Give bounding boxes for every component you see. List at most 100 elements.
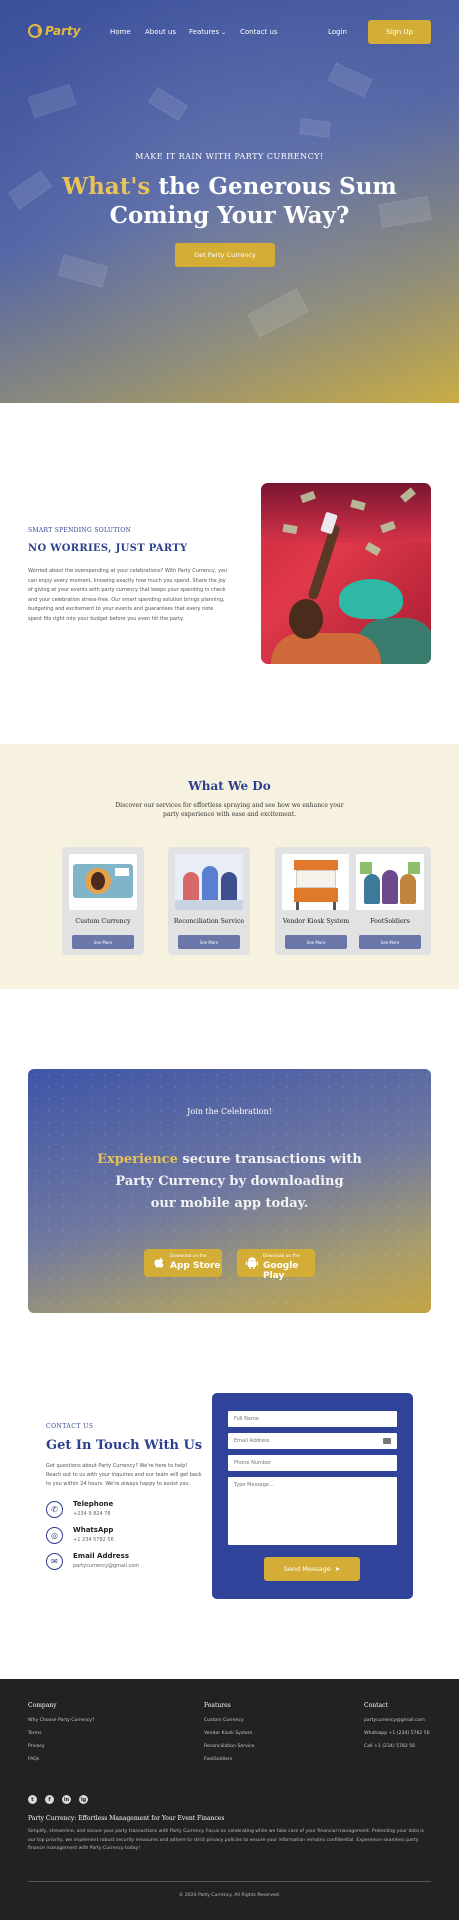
vendor-kiosk-image	[282, 854, 350, 910]
footer-link[interactable]: FAQs	[28, 1757, 39, 1762]
nav-link-features[interactable]: Features ⌄	[189, 28, 226, 36]
contact-value[interactable]: +234 9 824 78	[73, 1511, 111, 1517]
footer-link[interactable]: Custom Currency	[204, 1718, 244, 1723]
see-more-button[interactable]: See More	[72, 935, 134, 949]
hero-title-rest: the Generous Sum	[158, 173, 397, 200]
send-icon: ➤	[334, 1565, 341, 1573]
app-title: Experience secure transactions with Part…	[78, 1149, 381, 1215]
email-field[interactable]	[228, 1433, 397, 1449]
hero-title-line2: Coming Your Way?	[109, 202, 350, 229]
footer-link[interactable]: Call +1 (234) 5782 56	[364, 1744, 415, 1749]
photo-banknote	[364, 542, 382, 556]
service-card-title: Custom Currency	[75, 918, 131, 925]
logo-text: Party	[45, 24, 81, 38]
nav-link-about[interactable]: About us	[145, 28, 176, 36]
google-play-button[interactable]: Download on the Google Play	[237, 1249, 315, 1281]
contact-value[interactable]: partycurrency@gmail.com	[73, 1563, 139, 1569]
nav-link-home[interactable]: Home	[110, 28, 131, 36]
service-card-title: Reconciliation Service	[173, 918, 245, 925]
app-download-banner: Join the Celebration! Experience secure …	[28, 1069, 431, 1313]
service-card-title: FootSoldiers	[370, 918, 410, 925]
nav-link-contact[interactable]: Contact us	[240, 28, 278, 36]
footer-link[interactable]: partycurrency@gmail.com	[364, 1718, 425, 1723]
mail-icon: ✉	[46, 1553, 63, 1570]
hero-title-highlight: What's	[62, 173, 151, 200]
message-field[interactable]	[228, 1477, 397, 1545]
intro-eyebrow: SMART SPENDING SOLUTION	[28, 527, 131, 534]
apple-icon	[154, 1257, 164, 1268]
phone-field[interactable]	[228, 1455, 397, 1471]
contact-body: Got questions about Party Currency? We'r…	[46, 1463, 202, 1487]
contact-value[interactable]: +1 234 5782 56	[73, 1537, 114, 1543]
app-eyebrow: Join the Celebration!	[187, 1107, 272, 1116]
footer: Company Why Choose Party Currency? Terms…	[0, 1679, 459, 1920]
footer-link[interactable]: Reconciliation Service	[204, 1744, 254, 1749]
social-links: t f in ig	[28, 1795, 88, 1804]
intro-title: NO WORRIES, JUST PARTY	[28, 543, 188, 554]
contact-form: Send Message ➤	[212, 1393, 413, 1599]
facebook-icon[interactable]: f	[45, 1795, 54, 1804]
whatsapp-icon: ◎	[46, 1527, 63, 1544]
contact-whatsapp: ◎ WhatsApp +1 234 5782 56	[46, 1526, 206, 1550]
party-photo	[261, 483, 431, 664]
app-title-rest: secure transactions with	[182, 1152, 362, 1167]
linkedin-icon[interactable]: in	[62, 1795, 71, 1804]
mail-icon	[383, 1438, 391, 1444]
signup-button[interactable]: Sign Up	[368, 20, 431, 44]
login-link[interactable]: Login	[328, 28, 347, 36]
google-play-small-label: Download on the	[263, 1254, 300, 1259]
service-card-footsoldiers: FootSoldiers See More	[349, 847, 431, 955]
hero-eyebrow: MAKE IT RAIN WITH PARTY CURRENCY!	[135, 152, 324, 161]
footer-company-title: Company	[28, 1702, 57, 1709]
service-card-title: Vendor Kiosk System	[282, 918, 350, 925]
app-store-button[interactable]: Download on the App Store	[144, 1249, 222, 1277]
contact-email: ✉ Email Address partycurrency@gmail.com	[46, 1552, 206, 1576]
logo-icon	[28, 24, 42, 38]
instagram-icon[interactable]: ig	[79, 1795, 88, 1804]
photo-dress	[271, 633, 381, 664]
footer-contact-title: Contact	[364, 1702, 388, 1709]
google-play-label: Google Play	[263, 1261, 299, 1281]
photo-headwrap	[339, 579, 403, 619]
footer-tagline: Party Currency: Effortless Management fo…	[28, 1815, 225, 1822]
logo[interactable]: Party	[28, 24, 81, 38]
footer-description: Simplify, streamline, and secure your pa…	[28, 1829, 424, 1851]
footer-link[interactable]: Privacy	[28, 1744, 45, 1749]
nav-link-features-label: Features	[189, 28, 220, 36]
hero-section: Party Home About us Features ⌄ Contact us…	[0, 0, 459, 403]
footer-link[interactable]: Terms	[28, 1731, 42, 1736]
copyright: © 2024 Party Currency. All Rights Reserv…	[178, 1893, 281, 1898]
send-message-button[interactable]: Send Message ➤	[264, 1557, 360, 1581]
app-store-small-label: Download on the	[170, 1254, 207, 1259]
services-subtitle: Discover our services for effortless spr…	[115, 802, 344, 818]
see-more-button[interactable]: See More	[285, 935, 347, 949]
app-title-line3: our mobile app today.	[150, 1196, 309, 1211]
top-navigation: Party Home About us Features ⌄ Contact us…	[0, 0, 459, 64]
chevron-down-icon: ⌄	[221, 29, 227, 36]
contact-telephone: ✆ Telephone +234 9 824 78	[46, 1500, 206, 1524]
contact-label: Telephone	[73, 1500, 114, 1508]
get-party-currency-button[interactable]: Get Party Currency	[175, 243, 275, 267]
service-card-custom-currency: Custom Currency See More	[62, 847, 144, 955]
app-store-label: App Store	[170, 1261, 221, 1271]
full-name-field[interactable]	[228, 1411, 397, 1427]
send-message-label: Send Message	[283, 1565, 331, 1573]
app-title-line2: Party Currency by downloading	[115, 1174, 344, 1189]
footer-link[interactable]: Vendor Kiosk System	[204, 1731, 252, 1736]
contact-label: WhatsApp	[73, 1526, 114, 1534]
reconciliation-image	[175, 854, 243, 910]
footer-link[interactable]: Why Choose Party Currency?	[28, 1718, 94, 1723]
footer-link[interactable]: FootSoldiers	[204, 1757, 232, 1762]
services-section: What We Do Discover our services for eff…	[0, 744, 459, 989]
hero-title: What's the Generous Sum Coming Your Way?	[40, 172, 419, 230]
footer-link[interactable]: Whatsapp +1 (234) 5782 56	[364, 1731, 430, 1736]
service-card-vendor-kiosk: Vendor Kiosk System See More	[275, 847, 357, 955]
service-card-reconciliation: Reconciliation Service See More	[168, 847, 250, 955]
see-more-button[interactable]: See More	[178, 935, 240, 949]
twitter-icon[interactable]: t	[28, 1795, 37, 1804]
services-title: What We Do	[188, 779, 271, 793]
see-more-button[interactable]: See More	[359, 935, 421, 949]
footer-features-title: Features	[204, 1702, 231, 1709]
footer-divider	[28, 1881, 431, 1882]
intro-body: Worried about the overspending at your c…	[28, 568, 228, 622]
